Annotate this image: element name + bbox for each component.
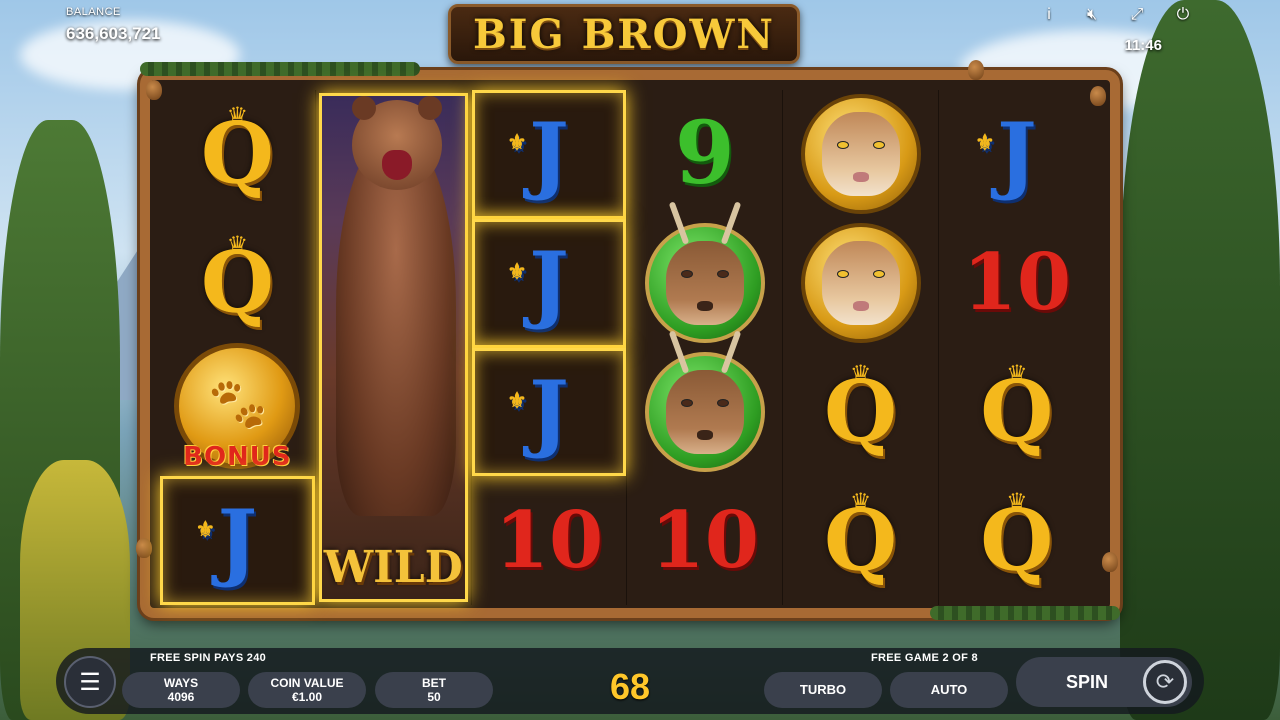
frame-garland-bottom [930, 606, 1120, 620]
free-spin-pays: FREE SPIN PAYS 240 [150, 652, 267, 664]
cougar-icon [821, 241, 900, 326]
reel-6: ⚜ J 10 Q ♛ Q ♛ [939, 90, 1095, 605]
cougar-symbol [800, 94, 921, 215]
fleur-de-lis-icon: ⚜ [507, 130, 527, 157]
crown-icon: ♛ [1006, 489, 1028, 517]
balance-label: BALANCE [66, 6, 121, 18]
reel-cell: 9 [627, 90, 782, 219]
crown-icon: ♛ [226, 231, 249, 259]
winning-cell: ⚜ J [471, 347, 627, 477]
winning-cell: ⚜ J [471, 90, 627, 219]
free-game-counter: FREE GAME 2 OF 8 [871, 652, 978, 664]
deer-icon [665, 201, 744, 326]
bonus-symbol: 🐾︎ BONUS [174, 342, 301, 472]
symbol-j: ⚜ J [507, 233, 569, 333]
deer-symbol [644, 330, 765, 472]
reel-cell: Q ♛ [783, 476, 938, 605]
ways-value: 4096 [167, 690, 195, 704]
winning-cell: ⚜ J [160, 476, 315, 605]
bear-ear [351, 96, 376, 120]
symbol-10: 10 [962, 237, 1072, 329]
info-icon[interactable]: i [1038, 4, 1060, 26]
frame-garland-top [140, 62, 420, 76]
symbol-10: 10 [650, 494, 760, 586]
menu-button[interactable]: ☰ [64, 656, 116, 708]
turbo-label: TURBO [799, 682, 847, 697]
reel-cell [783, 90, 938, 219]
clock: 11:46 [1124, 37, 1162, 54]
reel-cell: Q ♛ [160, 90, 315, 219]
reel-cell: Q ♛ [783, 348, 938, 477]
wild-bear-symbol: WILD [318, 93, 468, 602]
bear-head [351, 96, 442, 190]
power-icon[interactable]: ⏻ [1172, 4, 1194, 26]
fleur-de-lis-icon: ⚜ [195, 516, 216, 543]
reel-cell: 10 [472, 476, 627, 605]
reel-cell: Q ♛ [939, 348, 1095, 477]
reel-cell: ⚜ J [939, 90, 1095, 219]
bet-label: BET [422, 676, 446, 690]
pinecone-decoration [136, 538, 152, 558]
coin-value-selector[interactable]: COIN VALUE €1.00 [248, 672, 366, 708]
crown-icon: ♛ [849, 360, 872, 388]
symbol-j: ⚜ J [195, 490, 258, 590]
reel-3: ⚜ J ⚜ J ⚜ J 10 [471, 90, 628, 605]
bear-body [335, 136, 456, 516]
crown-icon: ♛ [1006, 360, 1028, 388]
game-logo: BIG BROWN [448, 4, 800, 64]
game-title: BIG BROWN [473, 10, 775, 58]
bear-mouth [381, 150, 412, 180]
hamburger-menu-icon: ☰ [79, 668, 101, 696]
ways-display: WAYS 4096 [122, 672, 240, 708]
symbol-10: 10 [494, 494, 604, 586]
mute-icon[interactable]: 🔇︎ [1081, 4, 1103, 26]
bonus-label: BONUS [183, 441, 292, 472]
reel-cell [627, 201, 782, 348]
crown-icon: ♛ [849, 489, 872, 517]
symbol-j: ⚜ J [507, 104, 569, 204]
reel-cell [627, 330, 782, 477]
wild-label: WILD [323, 542, 463, 593]
cougar-icon [821, 112, 900, 197]
winning-cell: ⚜ J [471, 218, 627, 348]
symbol-j: ⚜ J [507, 361, 569, 461]
pinecone-decoration [1102, 552, 1118, 572]
fleur-de-lis-icon: ⚜ [975, 130, 995, 157]
bet-value: 50 [427, 690, 441, 704]
win-amount: 68 [609, 666, 651, 707]
deer-symbol [644, 201, 765, 344]
reel-cell: 10 [627, 476, 782, 605]
coin-value-amount: €1.00 [291, 690, 323, 704]
spin-arrows-icon[interactable]: ⟳ [1143, 660, 1187, 704]
reel-cell: 10 [939, 219, 1095, 348]
fleur-de-lis-icon: ⚜ [507, 387, 527, 414]
spin-label: SPIN [1066, 671, 1109, 692]
bet-selector[interactable]: BET 50 [375, 672, 493, 708]
paw-icon: 🐾︎ [203, 375, 272, 436]
reel-cell: 🐾︎ BONUS [160, 342, 315, 477]
reel-cell [783, 219, 938, 348]
coin-value-label: COIN VALUE [270, 676, 344, 690]
symbol-j: ⚜ J [975, 104, 1037, 204]
balance-value: 636,603,721 [66, 24, 161, 43]
reel-cell: Q ♛ [160, 219, 315, 348]
bear-ear [417, 96, 442, 120]
cougar-symbol [800, 223, 921, 344]
auto-label: AUTO [930, 682, 968, 697]
reel-2: WILD [316, 90, 472, 605]
crown-icon: ♛ [226, 103, 249, 130]
auto-button[interactable]: AUTO [890, 672, 1008, 708]
reel-4: 9 10 [627, 90, 784, 605]
pinecone-decoration [968, 60, 984, 80]
reel-grid: Q ♛ Q ♛ 🐾︎ BONUS ⚜ J WILD ⚜ J ⚜ J ⚜ J 10… [160, 90, 1095, 605]
ways-label: WAYS [163, 676, 199, 690]
reel-5: Q ♛ Q ♛ [783, 90, 939, 605]
turbo-button[interactable]: TURBO [764, 672, 882, 708]
fleur-de-lis-icon: ⚜ [507, 259, 527, 286]
symbol-9: 9 [674, 103, 735, 205]
deer-icon [665, 330, 744, 454]
reel-cell: Q ♛ [939, 476, 1095, 605]
fullscreen-icon[interactable]: ⤢ [1126, 4, 1148, 26]
reel-1: Q ♛ Q ♛ 🐾︎ BONUS ⚜ J [160, 90, 316, 605]
